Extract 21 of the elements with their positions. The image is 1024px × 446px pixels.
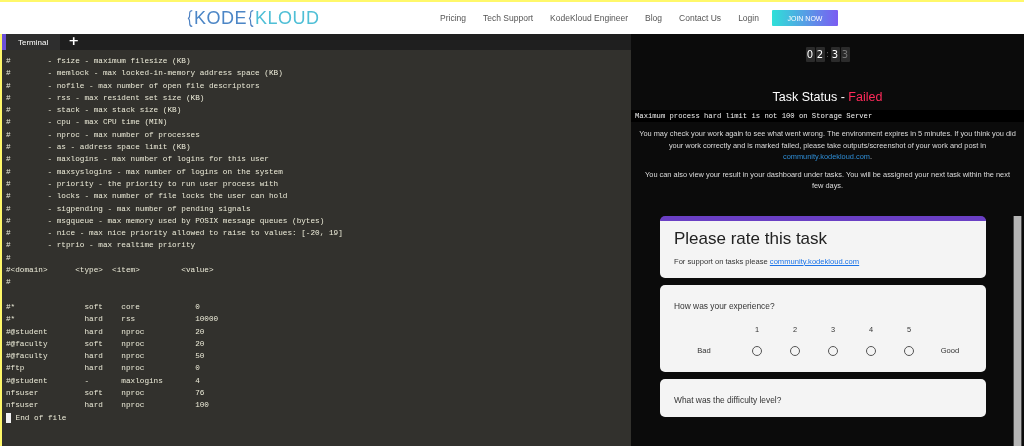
nav-link[interactable]: Contact Us: [679, 13, 722, 23]
nav-link[interactable]: Login: [738, 13, 759, 23]
nav-link[interactable]: Blog: [645, 13, 663, 23]
nav-link[interactable]: Tech Support: [483, 13, 534, 23]
scrollbar[interactable]: [1013, 215, 1022, 446]
timer-separator: :: [825, 50, 830, 59]
nav-link[interactable]: Pricing: [440, 13, 466, 23]
brace-icon: [187, 8, 194, 28]
terminal-tab[interactable]: Terminal: [6, 34, 61, 50]
brace-icon: [248, 8, 255, 28]
question-text: How was your experience?: [674, 300, 776, 311]
question-text: What was the difficulty level?: [674, 394, 783, 405]
task-status-title: Task Status - Failed: [772, 90, 883, 104]
timer-digit: 3: [830, 47, 840, 62]
add-tab-button[interactable]: +: [60, 34, 88, 50]
form-title: Please rate this task: [674, 228, 829, 249]
timer-digit: 3: [840, 47, 850, 62]
timer-digit: 0: [805, 47, 815, 62]
logo-text[interactable]: KODE: [194, 7, 247, 29]
timer-digit: 2: [815, 47, 825, 62]
nav-link[interactable]: KodeKloud Engineer: [550, 13, 629, 23]
